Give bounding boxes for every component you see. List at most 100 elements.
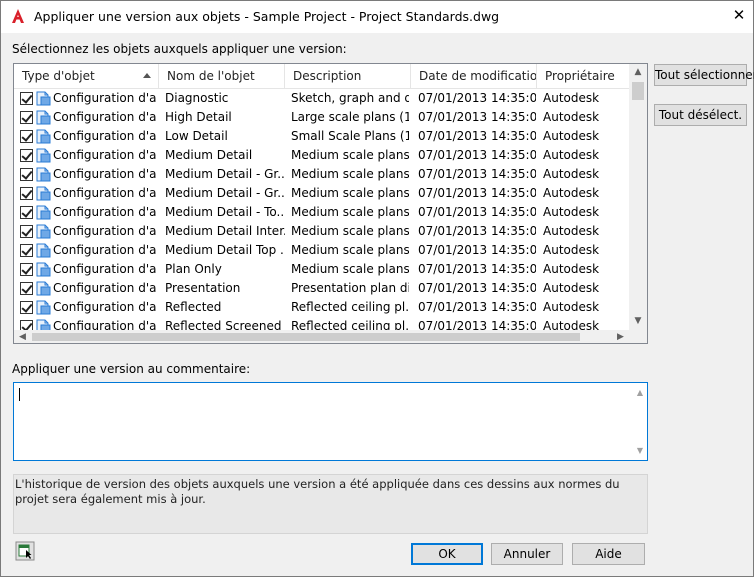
display-configuration-icon <box>36 281 51 296</box>
row-checkbox[interactable] <box>20 225 33 238</box>
cell-date: 07/01/2013 14:35:09 <box>418 300 536 314</box>
row-checkbox[interactable] <box>20 149 33 162</box>
scroll-left-icon[interactable]: ◀ <box>14 330 31 343</box>
cell-date: 07/01/2013 14:35:09 <box>418 110 536 124</box>
display-configuration-icon <box>36 224 51 239</box>
cell-name: Plan Only <box>165 262 222 276</box>
cell-owner: Autodesk <box>543 148 600 162</box>
cell-owner: Autodesk <box>543 319 600 330</box>
window-title: Appliquer une version aux objets - Sampl… <box>34 9 500 24</box>
scroll-down-icon[interactable]: ▼ <box>634 445 646 457</box>
row-checkbox[interactable] <box>20 92 33 105</box>
horizontal-scrollbar[interactable]: ◀ ▶ <box>14 330 629 343</box>
row-checkbox[interactable] <box>20 130 33 143</box>
list-header: Type d'objet Nom de l'objet Description … <box>14 64 629 89</box>
scroll-right-icon[interactable]: ▶ <box>612 330 629 343</box>
column-header-label: Description <box>293 69 362 83</box>
display-configuration-icon <box>36 262 51 277</box>
close-icon[interactable]: ✕ <box>731 7 747 23</box>
sort-ascending-icon <box>143 73 151 78</box>
row-checkbox[interactable] <box>20 263 33 276</box>
column-header-description[interactable]: Description <box>285 64 411 88</box>
cell-date: 07/01/2013 14:35:09 <box>418 167 536 181</box>
cell-description: Large scale plans (1... <box>291 110 409 124</box>
help-button[interactable]: Aide <box>572 543 645 565</box>
column-header-label: Propriétaire <box>545 69 615 83</box>
table-row[interactable]: Configuration d'a... Diagnostic Sketch, gr… <box>14 89 629 108</box>
ok-button[interactable]: OK <box>411 543 483 565</box>
cell-name: Medium Detail Top ... <box>165 243 285 257</box>
column-header-label: Date de modificatio... <box>419 69 537 83</box>
title-bar[interactable]: Appliquer une version aux objets - Sampl… <box>1 1 753 33</box>
vertical-scrollbar[interactable]: ▲ ▼ <box>629 64 647 330</box>
cell-date: 07/01/2013 14:35:09 <box>418 186 536 200</box>
table-row[interactable]: Configuration d'a... Medium Detail Inter.… <box>14 222 629 241</box>
cell-date: 07/01/2013 14:35:09 <box>418 91 536 105</box>
row-checkbox[interactable] <box>20 111 33 124</box>
table-row[interactable]: Configuration d'a... Medium Detail - Gr..… <box>14 184 629 203</box>
row-checkbox[interactable] <box>20 206 33 219</box>
cell-type: Configuration d'a... <box>53 281 157 295</box>
table-row[interactable]: Configuration d'a... Reflected Reflected c… <box>14 298 629 317</box>
cell-owner: Autodesk <box>543 110 600 124</box>
cell-description: Medium scale plans... <box>291 205 409 219</box>
table-row[interactable]: Configuration d'a... Medium Detail Top ..… <box>14 241 629 260</box>
display-configuration-icon <box>36 243 51 258</box>
scroll-up-icon[interactable]: ▲ <box>629 64 647 81</box>
cell-type: Configuration d'a... <box>53 300 157 314</box>
display-configuration-icon <box>36 319 51 330</box>
cell-description: Small Scale Plans (1... <box>291 129 409 143</box>
table-row[interactable]: Configuration d'a... Medium Detail Medium … <box>14 146 629 165</box>
cell-description: Medium scale plans... <box>291 243 409 257</box>
row-checkbox[interactable] <box>20 282 33 295</box>
display-configuration-icon <box>36 167 51 182</box>
objects-list[interactable]: Type d'objet Nom de l'objet Description … <box>13 63 648 344</box>
column-header-date[interactable]: Date de modificatio... <box>411 64 537 88</box>
cell-type: Configuration d'a... <box>53 129 157 143</box>
comment-label: Appliquer une version au commentaire: <box>12 362 251 376</box>
table-row[interactable]: Configuration d'a... Plan Only Medium scal… <box>14 260 629 279</box>
column-header-owner[interactable]: Propriétaire <box>537 64 629 88</box>
scroll-down-icon[interactable]: ▼ <box>629 313 647 330</box>
cell-name: Reflected Screened <box>165 319 282 330</box>
comment-textarea[interactable]: ▲ ▼ <box>13 382 648 461</box>
cell-owner: Autodesk <box>543 91 600 105</box>
scroll-thumb[interactable] <box>32 333 580 341</box>
row-checkbox[interactable] <box>20 168 33 181</box>
cell-type: Configuration d'a... <box>53 319 157 330</box>
cell-description: Reflected ceiling pl... <box>291 300 409 314</box>
dialog-settings-icon[interactable] <box>15 541 35 561</box>
deselect-all-button[interactable]: Tout désélect. <box>654 104 747 126</box>
scroll-thumb[interactable] <box>632 82 644 100</box>
column-header-name[interactable]: Nom de l'objet <box>159 64 285 88</box>
table-row[interactable]: Configuration d'a... Medium Detail - To..… <box>14 203 629 222</box>
table-row[interactable]: Configuration d'a... Reflected Screened Re… <box>14 317 629 330</box>
display-configuration-icon <box>36 110 51 125</box>
cell-owner: Autodesk <box>543 300 600 314</box>
cell-date: 07/01/2013 14:35:09 <box>418 205 536 219</box>
table-row[interactable]: Configuration d'a... Presentation Presenta… <box>14 279 629 298</box>
cell-name: Medium Detail Inter... <box>165 224 285 238</box>
table-row[interactable]: Configuration d'a... High Detail Large sca… <box>14 108 629 127</box>
table-row[interactable]: Configuration d'a... Low Detail Small Scal… <box>14 127 629 146</box>
table-row[interactable]: Configuration d'a... Medium Detail - Gr..… <box>14 165 629 184</box>
cell-owner: Autodesk <box>543 129 600 143</box>
cell-date: 07/01/2013 14:35:09 <box>418 224 536 238</box>
column-header-type[interactable]: Type d'objet <box>14 64 159 88</box>
display-configuration-icon <box>36 129 51 144</box>
scroll-up-icon[interactable]: ▲ <box>634 387 646 399</box>
row-checkbox[interactable] <box>20 187 33 200</box>
cell-name: Reflected <box>165 300 222 314</box>
cell-name: Low Detail <box>165 129 228 143</box>
cancel-button[interactable]: Annuler <box>491 543 563 565</box>
row-checkbox[interactable] <box>20 320 33 330</box>
cell-description: Medium scale plans... <box>291 262 409 276</box>
cell-owner: Autodesk <box>543 243 600 257</box>
text-caret <box>19 388 20 401</box>
select-all-button[interactable]: Tout sélectionner <box>654 64 754 86</box>
row-checkbox[interactable] <box>20 301 33 314</box>
column-header-label: Type d'objet <box>22 69 95 83</box>
row-checkbox[interactable] <box>20 244 33 257</box>
cell-name: Presentation <box>165 281 241 295</box>
display-configuration-icon <box>36 186 51 201</box>
